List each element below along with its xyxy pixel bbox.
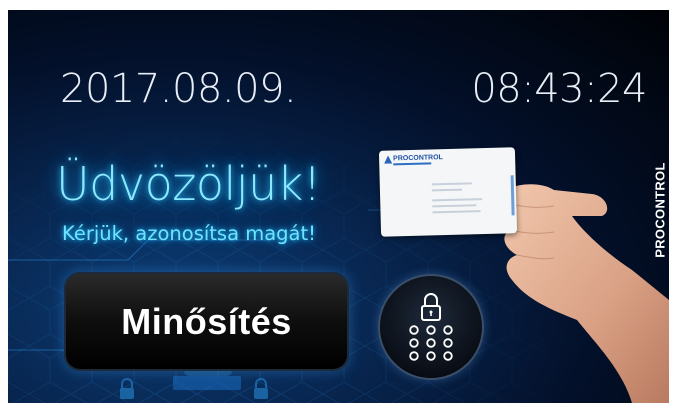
keypad-icon bbox=[409, 293, 453, 361]
keypad-button[interactable] bbox=[380, 276, 482, 378]
welcome-title: Üdvözöljük! bbox=[56, 157, 321, 211]
card-brand: PROCONTROL bbox=[393, 154, 443, 163]
identify-prompt: Kérjük, azonosítsa magát! bbox=[62, 222, 316, 245]
padlock-icon bbox=[421, 293, 441, 321]
time-display: 08:43:24 bbox=[471, 66, 647, 112]
qualify-button[interactable]: Minősítés bbox=[66, 274, 347, 369]
brand-vertical-label: PROCONTROL bbox=[645, 150, 669, 270]
access-card-image: PROCONTROL bbox=[378, 147, 518, 237]
card-brand-underline bbox=[393, 162, 432, 166]
logo-icon bbox=[384, 155, 393, 164]
brand-vertical-text: PROCONTROL bbox=[652, 162, 668, 258]
date-display: 2017.08.09. bbox=[60, 66, 297, 112]
qualify-button-label: Minősítés bbox=[121, 300, 292, 342]
kiosk-screen: 2017.08.09. 08:43:24 Üdvözöljük! Kérjük,… bbox=[8, 10, 669, 403]
